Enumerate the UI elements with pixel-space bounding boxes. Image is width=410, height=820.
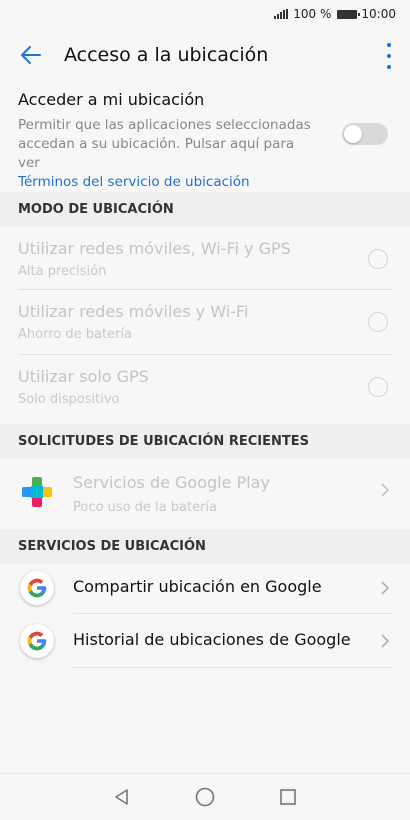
nav-recents-icon: [280, 789, 297, 805]
battery-icon: [337, 9, 361, 19]
mode-option-device-only[interactable]: Utilizar solo GPS Solo dispositivo: [18, 355, 392, 420]
mode-option-title: Utilizar redes móviles, Wi-Fi y GPS: [18, 239, 291, 258]
location-access-title: Acceder a mi ubicación: [18, 90, 205, 109]
toggle-knob: [344, 125, 362, 143]
mode-option-battery-saving[interactable]: Utilizar redes móviles y Wi-Fi Ahorro de…: [18, 290, 392, 355]
recent-app-subtitle: Poco uso de la batería: [73, 500, 217, 515]
chevron-right-icon: [381, 581, 390, 595]
nav-home-icon: [195, 787, 215, 807]
location-access-description: Permitir que las aplicaciones selecciona…: [18, 117, 311, 171]
recent-app-title: Servicios de Google Play: [73, 473, 270, 492]
nav-home-button[interactable]: [193, 785, 217, 809]
arrow-left-icon: [21, 46, 41, 64]
system-nav-bar: [0, 773, 410, 820]
mode-option-high-accuracy[interactable]: Utilizar redes móviles, Wi-Fi y GPS Alta…: [18, 227, 392, 292]
nav-recents-button[interactable]: [276, 785, 300, 809]
google-play-services-icon: [20, 475, 54, 509]
section-header-location-services: SERVICIOS DE UBICACIÓN: [0, 529, 410, 564]
mode-option-subtitle: Ahorro de batería: [18, 327, 132, 342]
chevron-right-icon: [381, 483, 390, 497]
radio-button[interactable]: [368, 377, 388, 397]
radio-button[interactable]: [368, 249, 388, 269]
location-access-toggle[interactable]: [342, 123, 388, 145]
signal-icon: [274, 9, 289, 19]
service-title: Historial de ubicaciones de Google: [73, 630, 351, 649]
battery-percent: 100 %: [293, 7, 332, 21]
clock: 10:00: [361, 7, 396, 21]
radio-button[interactable]: [368, 312, 388, 332]
more-options-button[interactable]: [384, 43, 394, 69]
nav-back-icon: [114, 789, 128, 805]
mode-option-subtitle: Solo dispositivo: [18, 392, 120, 407]
chevron-right-icon: [381, 634, 390, 648]
location-access-row[interactable]: Acceder a mi ubicación Permitir que las …: [18, 90, 392, 192]
recent-app-google-play-services[interactable]: Servicios de Google Play Poco uso de la …: [0, 456, 410, 528]
divider: [73, 667, 392, 668]
more-vert-icon: [387, 43, 391, 47]
google-icon: [20, 624, 54, 658]
location-terms-link[interactable]: Términos del servicio de ubicación: [18, 173, 392, 192]
page-title: Acceso a la ubicación: [64, 44, 269, 66]
status-bar: 100 % 10:00: [0, 0, 410, 28]
section-header-recent-requests: SOLICITUDES DE UBICACIÓN RECIENTES: [0, 424, 410, 459]
section-header-location-mode: MODO DE UBICACIÓN: [0, 192, 410, 227]
nav-back-button[interactable]: [110, 785, 134, 809]
mode-option-subtitle: Alta precisión: [18, 264, 107, 279]
service-title: Compartir ubicación en Google: [73, 577, 322, 596]
back-button[interactable]: [16, 40, 46, 70]
service-share-location[interactable]: Compartir ubicación en Google: [0, 561, 410, 614]
mode-option-title: Utilizar redes móviles y Wi-Fi: [18, 302, 249, 321]
app-bar: Acceso a la ubicación: [0, 28, 410, 82]
mode-option-title: Utilizar solo GPS: [18, 367, 149, 386]
google-icon: [20, 571, 54, 605]
service-location-history[interactable]: Historial de ubicaciones de Google: [0, 614, 410, 667]
